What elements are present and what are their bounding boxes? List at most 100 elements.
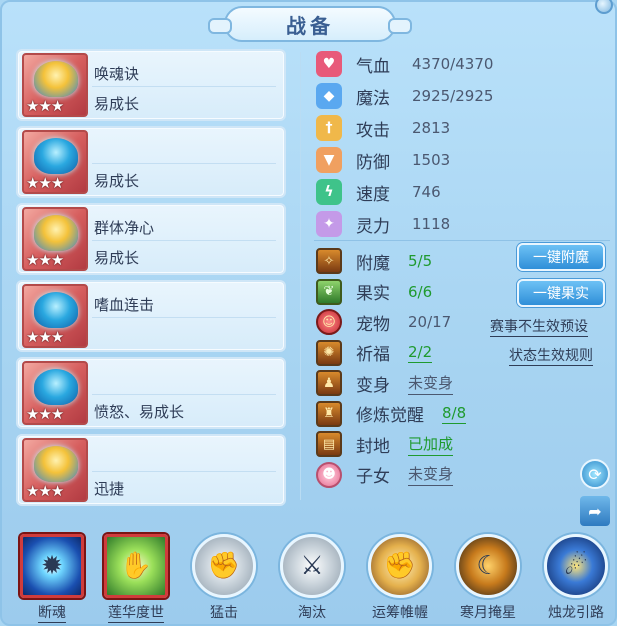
creature-icon — [34, 138, 78, 174]
enchant-icon: ✧ — [316, 248, 342, 275]
corner-gem-icon — [595, 0, 613, 14]
extra-name: 变身 — [356, 375, 390, 396]
stat-row: ▼ 防御 1503 — [312, 144, 612, 176]
mount-trait-label: 易成长 — [94, 249, 140, 267]
mount-portrait-icon: ★★★ — [22, 361, 88, 425]
mount-card[interactable]: ★★★ 群体净心 易成长 — [16, 203, 286, 275]
stat-name: 灵力 — [356, 216, 390, 237]
fruit-all-button[interactable]: 一键果实 — [517, 279, 605, 307]
stat-name: 攻击 — [356, 120, 390, 141]
extra-row: ♟ 变身 未变身 — [312, 368, 612, 399]
stat-row: ✦ 灵力 1118 — [312, 208, 612, 240]
extra-value[interactable]: 8/8 — [442, 404, 467, 424]
refresh-icon[interactable]: ⟳ — [580, 459, 610, 489]
mount-portrait-icon: ★★★ — [22, 207, 88, 271]
event-preset-link[interactable]: 赛事不生效预设 — [490, 316, 588, 337]
skill-icon[interactable]: ✋ — [104, 534, 168, 598]
mount-card[interactable]: ★★★ 唤魂诀 易成长 — [16, 49, 286, 121]
skill-slot[interactable]: ✊ 运筹帷幄 — [362, 534, 438, 622]
pet-icon: ☺ — [316, 309, 342, 336]
skill-slot[interactable]: ⚔ 淘汰 — [274, 534, 350, 622]
card-divider — [92, 317, 276, 318]
stat-value: 1503 — [412, 151, 451, 169]
mount-trait-label: 易成长 — [94, 95, 140, 113]
equipment-panel: 战备 ★★★ 唤魂诀 易成长 ★★★ 易成长 ★★★ 群体净心 易成长 ★★★ … — [0, 0, 617, 626]
mount-portrait-icon: ★★★ — [22, 53, 88, 117]
skill-bar: ✹ 断魂 ✋ 莲华度世 ✊ 猛击 ⚔ 淘汰 ✊ 运筹帷幄 ☾ 寒月掩星 ☄ 烛龙… — [12, 532, 612, 626]
skill-name: 莲华度世 — [108, 602, 164, 623]
skill-name: 寒月掩星 — [460, 605, 516, 621]
skill-slot[interactable]: ✹ 断魂 — [14, 534, 90, 623]
stat-row: ◆ 魔法 2925/2925 — [312, 80, 612, 112]
shield-icon: ▼ — [316, 147, 342, 173]
extra-value[interactable]: 未变身 — [408, 372, 454, 395]
extra-value: 6/6 — [408, 282, 433, 301]
stat-row: † 攻击 2813 — [312, 112, 612, 144]
fief-icon: ▤ — [316, 431, 342, 458]
extra-name: 修炼觉醒 — [356, 406, 424, 427]
skill-icon[interactable]: ✹ — [20, 534, 84, 598]
stat-row: ♥ 气血 4370/4370 — [312, 48, 612, 80]
status-rules-link[interactable]: 状态生效规则 — [509, 345, 593, 366]
awaken-icon: ♜ — [316, 400, 342, 427]
card-divider — [92, 86, 276, 87]
mount-list: ★★★ 唤魂诀 易成长 ★★★ 易成长 ★★★ 群体净心 易成长 ★★★ 嗜血连… — [16, 49, 286, 511]
star-rating: ★★★ — [26, 97, 64, 115]
extra-row: ▤ 封地 已加成 — [312, 429, 612, 460]
skill-icon[interactable]: ✊ — [368, 534, 432, 598]
star-rating: ★★★ — [26, 405, 64, 423]
mount-card[interactable]: ★★★ 愤怒、易成长 — [16, 357, 286, 429]
mount-trait-label: 易成长 — [94, 172, 140, 190]
extra-name: 祈福 — [356, 345, 390, 366]
extra-row: ☻ 子女 未变身 — [312, 460, 612, 491]
stat-value: 2925/2925 — [412, 87, 494, 105]
heart-icon: ♥ — [316, 51, 342, 77]
creature-icon — [34, 61, 78, 97]
spirit-icon: ✦ — [316, 211, 342, 237]
horizontal-divider — [314, 240, 610, 241]
vertical-divider — [300, 52, 301, 500]
speed-icon: ϟ — [316, 179, 342, 205]
extra-value[interactable]: 未变身 — [408, 463, 454, 487]
skill-name: 断魂 — [38, 602, 66, 623]
blessing-icon: ✺ — [316, 339, 342, 366]
star-rating: ★★★ — [26, 482, 64, 500]
mount-trait-label: 迅捷 — [94, 480, 125, 498]
skill-name: 运筹帷幄 — [372, 605, 428, 621]
star-rating: ★★★ — [26, 328, 64, 346]
enchant-all-button[interactable]: 一键附魔 — [517, 243, 605, 271]
mount-portrait-icon: ★★★ — [22, 438, 88, 502]
mount-card[interactable]: ★★★ 易成长 — [16, 126, 286, 198]
skill-name: 猛击 — [210, 605, 238, 621]
mount-skill-label: 嗜血连击 — [94, 296, 155, 314]
skill-icon[interactable]: ☾ — [456, 534, 520, 598]
stat-row: ϟ 速度 746 — [312, 176, 612, 208]
mount-card[interactable]: ★★★ 嗜血连击 — [16, 280, 286, 352]
mount-card[interactable]: ★★★ 迅捷 — [16, 434, 286, 506]
skill-icon[interactable]: ⚔ — [280, 534, 344, 598]
skill-icon[interactable]: ✊ — [192, 534, 256, 598]
skill-slot[interactable]: ✊ 猛击 — [186, 534, 262, 622]
stats-list: ♥ 气血 4370/4370 ◆ 魔法 2925/2925 † 攻击 2813 … — [312, 48, 612, 240]
card-divider — [92, 163, 276, 164]
skill-slot[interactable]: ✋ 莲华度世 — [98, 534, 174, 623]
extra-row: ♜ 修炼觉醒 8/8 — [312, 399, 612, 430]
sword-icon: † — [316, 115, 342, 141]
extra-value[interactable]: 2/2 — [408, 343, 433, 363]
stat-value: 4370/4370 — [412, 55, 494, 73]
extra-name: 果实 — [356, 284, 390, 305]
star-rating: ★★★ — [26, 174, 64, 192]
skill-icon[interactable]: ☄ — [544, 534, 608, 598]
card-divider — [92, 240, 276, 241]
card-divider — [92, 394, 276, 395]
stat-value: 2813 — [412, 119, 451, 137]
mount-trait-label: 愤怒、易成长 — [94, 403, 185, 421]
extra-name: 宠物 — [356, 314, 390, 335]
skill-name: 淘汰 — [298, 605, 326, 621]
creature-icon — [34, 369, 78, 405]
skill-slot[interactable]: ☾ 寒月掩星 — [450, 534, 526, 622]
share-icon[interactable]: ➦ — [580, 496, 610, 526]
mount-skill-label: 群体净心 — [94, 219, 155, 237]
skill-slot[interactable]: ☄ 烛龙引路 — [538, 534, 614, 622]
extra-value[interactable]: 已加成 — [408, 433, 454, 456]
